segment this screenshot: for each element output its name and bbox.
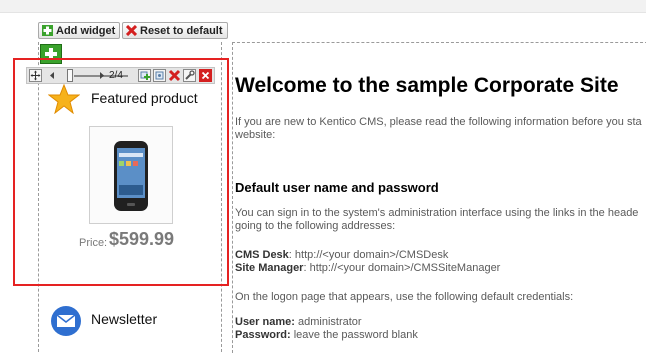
red-x-icon [126,25,137,36]
signin-line-1: You can sign in to the system's administ… [235,207,639,219]
newsletter-title: Newsletter [91,311,158,327]
widget-highlight-frame [13,58,229,286]
subheading: Default user name and password [235,180,439,195]
reset-to-default-button[interactable]: Reset to default [122,22,228,39]
add-widget-button[interactable]: Add widget [38,22,121,39]
cms-desk-url[interactable]: : http://<your domain>/CMSDesk [289,249,449,261]
username-line: User name: administrator [235,316,362,329]
widget-toolbar: 2/4 [26,67,215,84]
plus-icon [42,25,53,36]
slider-thumb[interactable] [67,69,73,82]
site-manager-line: Site Manager: http://<your domain>/CMSSi… [235,262,500,275]
delete-variant-icon[interactable] [168,69,181,82]
logon-text: On the logon page that appears, use the … [235,291,574,303]
top-bar [0,0,646,13]
add-widget-label: Add widget [56,25,116,37]
variant-pager: 2/4 [109,70,123,81]
password-label: Password: [235,329,291,341]
page-heading: Welcome to the sample Corporate Site [235,74,619,97]
intro-line-1: If you are new to Kentico CMS, please re… [235,116,642,128]
newsletter-icon [50,305,82,342]
variant-properties-icon[interactable] [153,69,166,82]
intro-line-2: website: [235,129,276,141]
cms-desk-line: CMS Desk: http://<your domain>/CMSDesk [235,249,448,262]
reset-label: Reset to default [140,25,223,37]
password-value: leave the password blank [290,329,418,341]
signin-line-2: going to the following addresses: [235,220,396,232]
username-label: User name: [235,316,295,328]
site-manager-url[interactable]: : http://<your domain>/CMSSiteManager [303,262,500,274]
previous-icon[interactable] [46,69,59,82]
add-variant-icon[interactable] [138,69,151,82]
close-widget-icon[interactable] [199,69,212,82]
site-manager-label: Site Manager [235,262,304,274]
password-line: Password: leave the password blank [235,329,418,342]
cms-desk-label: CMS Desk [235,249,289,261]
username-value: administrator [294,316,362,328]
configure-icon[interactable] [183,69,196,82]
move-icon[interactable] [29,69,42,82]
next-icon[interactable] [95,69,108,82]
